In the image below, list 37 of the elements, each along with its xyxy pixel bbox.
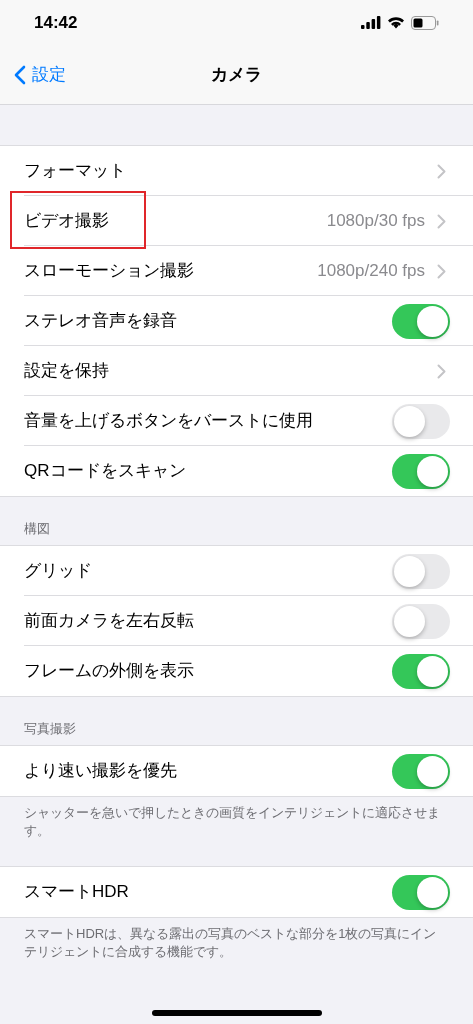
toggle-switch[interactable] bbox=[392, 553, 450, 589]
row-label: スローモーション撮影 bbox=[24, 260, 194, 283]
row-label: 音量を上げるボタンをバーストに使用 bbox=[24, 410, 313, 433]
row-value: 1080p/240 fps bbox=[317, 260, 425, 283]
battery-icon bbox=[411, 15, 439, 30]
row-label: スマートHDR bbox=[24, 881, 129, 904]
row-label: 設定を保持 bbox=[24, 360, 109, 383]
signal-icon bbox=[361, 16, 381, 29]
chevron-icon bbox=[437, 213, 446, 229]
row-label: フレームの外側を表示 bbox=[24, 660, 194, 683]
section-footer: シャッターを急いで押したときの画質をインテリジェントに適応させます。 bbox=[0, 797, 473, 840]
status-time: 14:42 bbox=[34, 11, 78, 34]
toggle-switch[interactable] bbox=[392, 653, 450, 689]
toggle-switch[interactable] bbox=[392, 603, 450, 639]
section-header: 写真撮影 bbox=[24, 719, 76, 738]
row-label: より速い撮影を優先 bbox=[24, 760, 177, 783]
toggle-switch[interactable] bbox=[392, 453, 450, 489]
row-label: ビデオ撮影 bbox=[24, 210, 109, 233]
row-label: QRコードをスキャン bbox=[24, 460, 186, 483]
toggle-switch[interactable] bbox=[392, 753, 450, 789]
row-label: グリッド bbox=[24, 560, 92, 583]
back-chevron-icon bbox=[14, 64, 26, 85]
back-button[interactable]: 設定 bbox=[0, 61, 66, 88]
row-label: 前面カメラを左右反転 bbox=[24, 610, 194, 633]
row-label: フォーマット bbox=[24, 160, 126, 183]
chevron-icon bbox=[437, 363, 446, 379]
chevron-icon bbox=[437, 163, 446, 179]
row-label: ステレオ音声を録音 bbox=[24, 310, 177, 333]
toggle-switch[interactable] bbox=[392, 403, 450, 439]
row-value: 1080p/30 fps bbox=[326, 210, 425, 233]
toggle-switch[interactable] bbox=[392, 303, 450, 339]
section-header: 構図 bbox=[24, 519, 50, 538]
page-title: カメラ bbox=[211, 63, 262, 86]
section-footer: スマートHDRは、異なる露出の写真のベストな部分を1枚の写真にインテリジェントに合成する機能です。 bbox=[0, 918, 473, 961]
wifi-icon bbox=[387, 16, 405, 29]
toggle-switch[interactable] bbox=[392, 874, 450, 910]
chevron-icon bbox=[437, 263, 446, 279]
